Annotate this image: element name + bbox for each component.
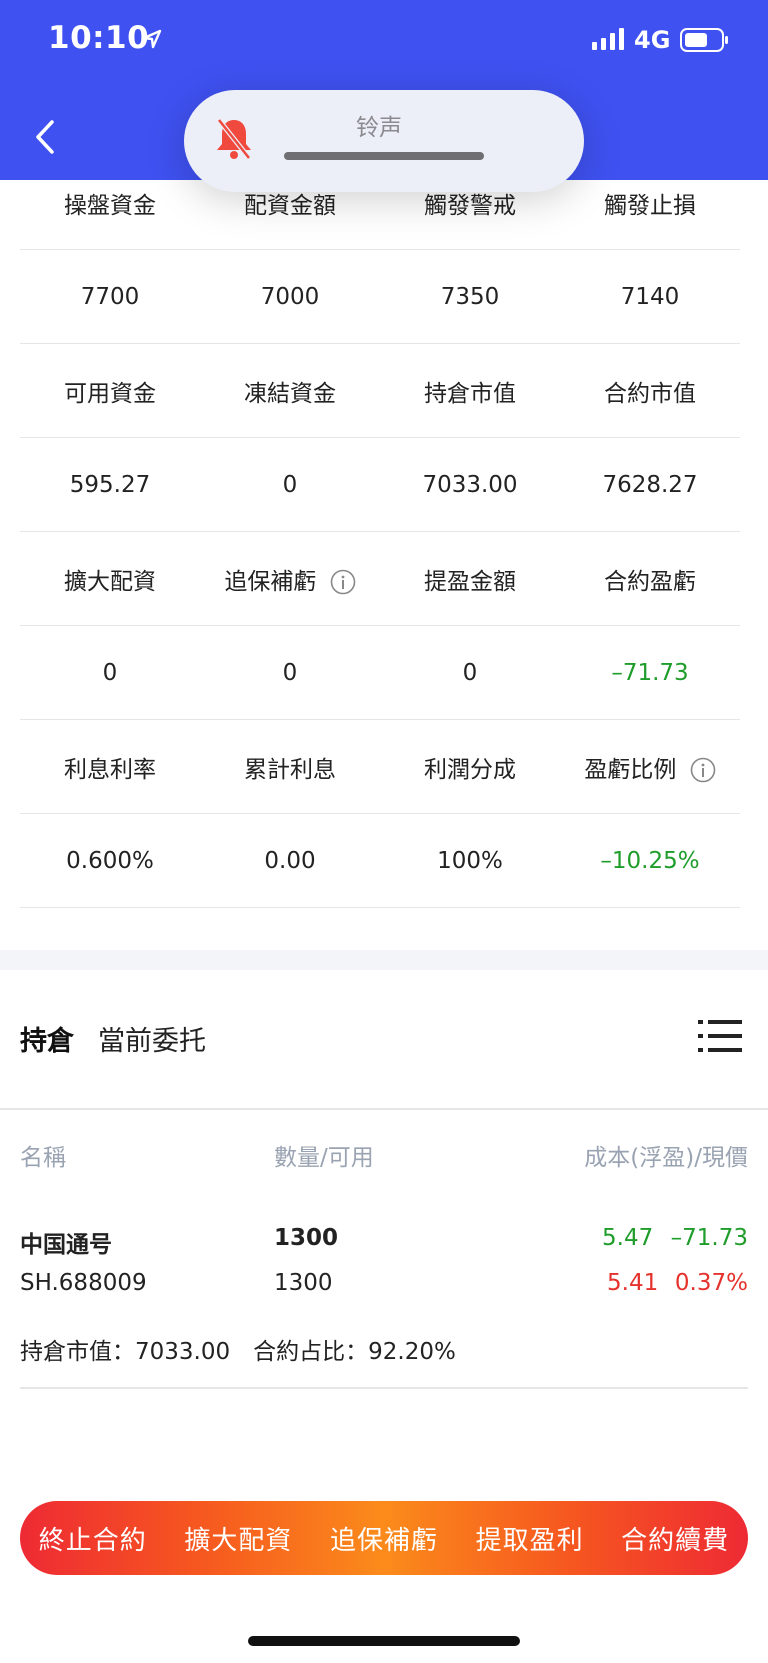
stock-code: SH.688009 — [20, 1270, 147, 1296]
tab-holdings[interactable]: 持倉 — [20, 1019, 74, 1058]
value-contract-value: 7628.27 — [602, 471, 698, 498]
network-type: 4G — [634, 26, 671, 54]
info-icon[interactable] — [690, 757, 716, 783]
stock-available: 1300 — [274, 1270, 333, 1296]
bell-muted-icon — [217, 118, 251, 160]
value-stop-loss-trigger: 7140 — [620, 283, 680, 310]
back-arrow-icon[interactable] — [28, 112, 68, 162]
holdings-tabs: 持倉 當前委托 — [20, 1018, 206, 1058]
add-margin-button[interactable]: 追保補虧 — [330, 1520, 438, 1557]
divider — [20, 1387, 748, 1389]
value-trading-capital: 7700 — [80, 283, 140, 310]
ringer-overlay: 铃声 — [184, 90, 584, 192]
info-icon[interactable] — [330, 569, 356, 595]
header-qty: 數量/可用 — [274, 1145, 374, 1171]
info-row: 0 0 0 –71.73 — [20, 626, 740, 720]
value-frozen-funds: 0 — [282, 471, 298, 498]
label-contract-pnl: 合約盈虧 — [604, 568, 696, 595]
home-indicator[interactable] — [248, 1636, 520, 1646]
value-position-value: 7033.00 — [422, 471, 518, 498]
volume-bar[interactable] — [284, 152, 484, 160]
header-cost: 成本(浮盈)/現價 — [584, 1145, 748, 1171]
label-add-margin-cell: 追保補虧 — [200, 562, 380, 596]
value-contract-pnl: –71.73 — [611, 659, 689, 686]
renew-contract-button[interactable]: 合約續費 — [621, 1520, 729, 1557]
value-pnl-ratio: –10.25% — [600, 847, 700, 874]
stock-change: 0.37% — [674, 1270, 748, 1296]
label-pnl-ratio-cell: 盈虧比例 — [560, 750, 740, 784]
holding-summary: 持倉市值：7033.00 合約占比：92.20% — [20, 1339, 456, 1365]
stock-float-pnl: –71.73 — [670, 1225, 748, 1251]
value-interest-rate: 0.600% — [66, 847, 154, 874]
label-withdraw-amount: 提盈金額 — [424, 568, 516, 595]
info-row: 7700 7000 7350 7140 — [20, 250, 740, 344]
withdraw-profit-button[interactable]: 提取盈利 — [476, 1520, 584, 1557]
value-margin-amount: 7000 — [260, 283, 320, 310]
location-arrow-icon — [142, 29, 162, 49]
contract-action-bar: 終止合約 擴大配資 追保補虧 提取盈利 合約續費 — [20, 1501, 748, 1575]
expand-margin-button[interactable]: 擴大配資 — [184, 1520, 292, 1557]
value-expand-margin: 0 — [102, 659, 118, 686]
label-pnl-ratio: 盈虧比例 — [584, 756, 677, 783]
label-trading-capital: 操盤資金 — [64, 193, 156, 219]
contract-info-grid: 操盤資金 配資金額 觸發警戒 觸發止損 7700 7000 7350 7140 … — [20, 180, 740, 908]
value-add-margin: 0 — [282, 659, 298, 686]
list-menu-icon[interactable] — [698, 1018, 742, 1054]
info-row: 擴大配資 追保補虧 提盈金額 合約盈虧 — [20, 532, 740, 626]
label-add-margin: 追保補虧 — [224, 568, 317, 595]
stock-name: 中国通号 — [20, 1232, 112, 1258]
divider — [0, 1108, 768, 1110]
header-name: 名稱 — [20, 1145, 66, 1171]
value-withdraw-amount: 0 — [462, 659, 478, 686]
ringer-label: 铃声 — [356, 115, 402, 141]
value-available-funds: 595.27 — [69, 471, 151, 498]
label-expand-margin: 擴大配資 — [64, 568, 156, 595]
value-warning-trigger: 7350 — [440, 283, 500, 310]
label-contract-value: 合約市值 — [604, 380, 696, 407]
info-row: 595.27 0 7033.00 7628.27 — [20, 438, 740, 532]
label-available-funds: 可用資金 — [64, 380, 156, 407]
label-accrued-interest: 累計利息 — [244, 756, 336, 783]
label-stop-loss-trigger: 觸發止損 — [604, 193, 696, 219]
stock-qty: 1300 — [274, 1225, 339, 1251]
section-divider — [0, 950, 768, 970]
info-row: 0.600% 0.00 100% –10.25% — [20, 814, 740, 908]
battery-icon — [680, 28, 728, 52]
info-row: 可用資金 凍結資金 持倉市值 合約市值 — [20, 344, 740, 438]
value-accrued-interest: 0.00 — [264, 847, 316, 874]
tab-current-orders[interactable]: 當前委托 — [98, 1019, 206, 1058]
label-frozen-funds: 凍結資金 — [244, 380, 336, 407]
terminate-contract-button[interactable]: 終止合約 — [39, 1520, 147, 1557]
value-profit-share: 100% — [437, 847, 503, 874]
signal-icon — [592, 28, 624, 50]
label-position-value: 持倉市值 — [424, 380, 516, 407]
label-profit-share: 利潤分成 — [424, 756, 516, 783]
stock-price: 5.41 — [607, 1270, 659, 1296]
info-row: 利息利率 累計利息 利潤分成 盈虧比例 — [20, 720, 740, 814]
label-interest-rate: 利息利率 — [64, 756, 156, 783]
stock-cost: 5.47 — [602, 1225, 654, 1251]
status-time: 10:10 — [48, 20, 150, 56]
